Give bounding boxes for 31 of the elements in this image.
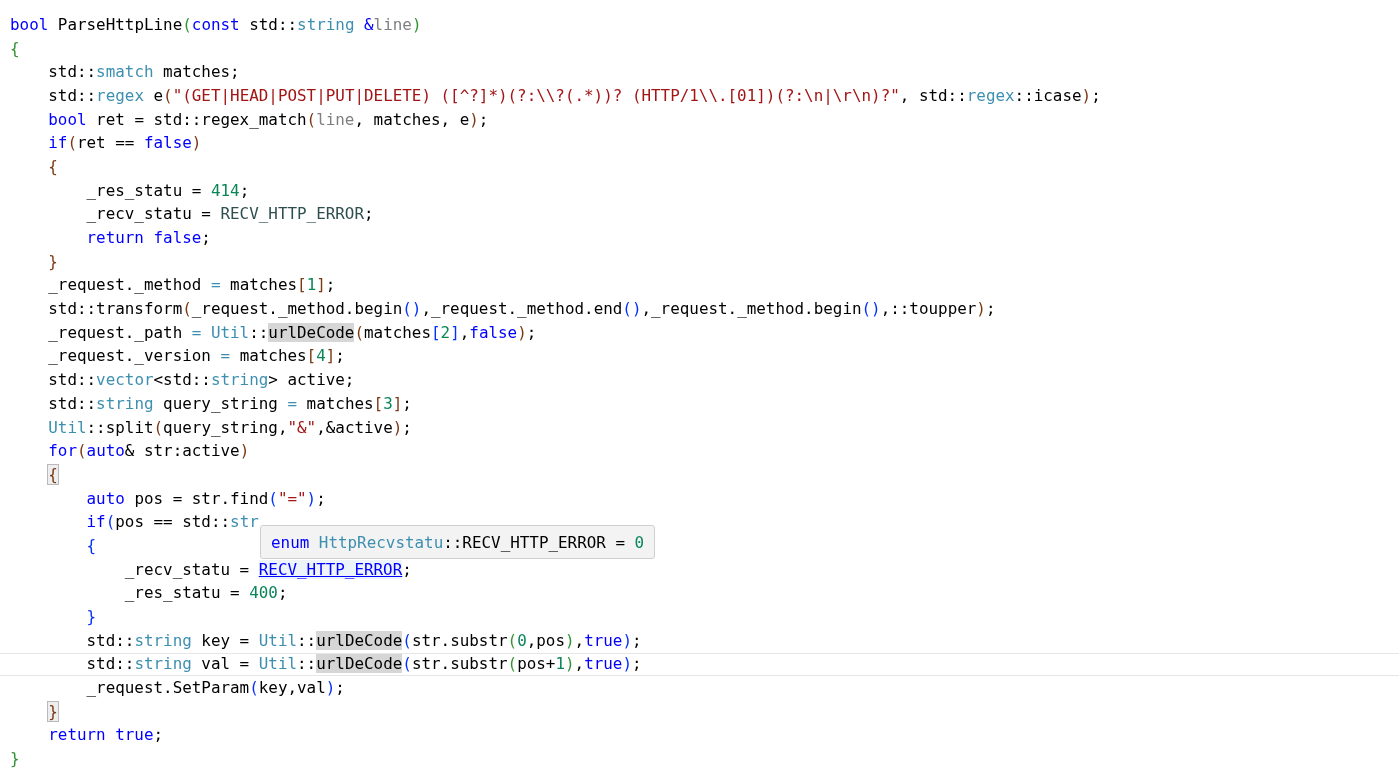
code-line: _request.SetParam(key,val); bbox=[85, 678, 345, 699]
code-line: return false; bbox=[85, 228, 211, 249]
code-line: if(pos == std::str bbox=[85, 512, 259, 533]
code-line: { bbox=[10, 38, 20, 59]
code-line: _recv_statu = RECV_HTTP_ERROR; bbox=[123, 559, 412, 580]
code-line: std::string key = Util::urlDeCode(str.substr(0,pos),true); bbox=[85, 630, 642, 651]
code-line: { bbox=[47, 156, 58, 177]
code-line: std::transform(_request._method.begin(),_request._method.end(),_request._method.begin(),::toupper); bbox=[47, 299, 996, 320]
code-line: Util::split(query_string,"&",&active); bbox=[47, 417, 412, 438]
code-line: for(auto& str:active) bbox=[47, 441, 250, 462]
code-line: { bbox=[85, 535, 97, 556]
code-line: _res_statu = 414; bbox=[85, 180, 250, 201]
code-line: std::string query_string = matches[3]; bbox=[47, 393, 412, 414]
code-line: return true; bbox=[47, 725, 164, 746]
code-line: } bbox=[85, 607, 97, 628]
code-line: } bbox=[10, 749, 20, 770]
code-line: } bbox=[47, 251, 58, 272]
code-line: _request._version = matches[4]; bbox=[47, 346, 345, 367]
code-line: _res_statu = 400; bbox=[123, 583, 288, 604]
code-line: _request._path = Util::urlDeCode(matches[2],false); bbox=[47, 322, 537, 343]
code-line: _recv_statu = RECV_HTTP_ERROR; bbox=[85, 204, 374, 225]
code-line: std::smatch matches; bbox=[47, 62, 240, 83]
code-line: _request._method = matches[1]; bbox=[47, 275, 336, 296]
code-line: bool ret = std::regex_match(line, matches, e); bbox=[47, 109, 489, 130]
code-line: if(ret == false) bbox=[47, 133, 202, 154]
code-line: std::string val = Util::urlDeCode(str.substr(pos+1),true); bbox=[85, 654, 642, 675]
code-line: std::regex e("(GET|HEAD|POST|PUT|DELETE) ([^?]*)(?:\\?(.*))? (HTTP/1\\.[01])(?:\n|\r\n)?", std::regex::icase); bbox=[47, 85, 1101, 106]
hover-tooltip: enum HttpRecvstatu::RECV_HTTP_ERROR = 0 bbox=[260, 525, 656, 559]
code-line: std::vector<std::string> active; bbox=[47, 370, 355, 391]
code-line: bool ParseHttpLine(const std::string &line) bbox=[10, 14, 422, 35]
code-line: auto pos = str.find("="); bbox=[85, 488, 326, 509]
